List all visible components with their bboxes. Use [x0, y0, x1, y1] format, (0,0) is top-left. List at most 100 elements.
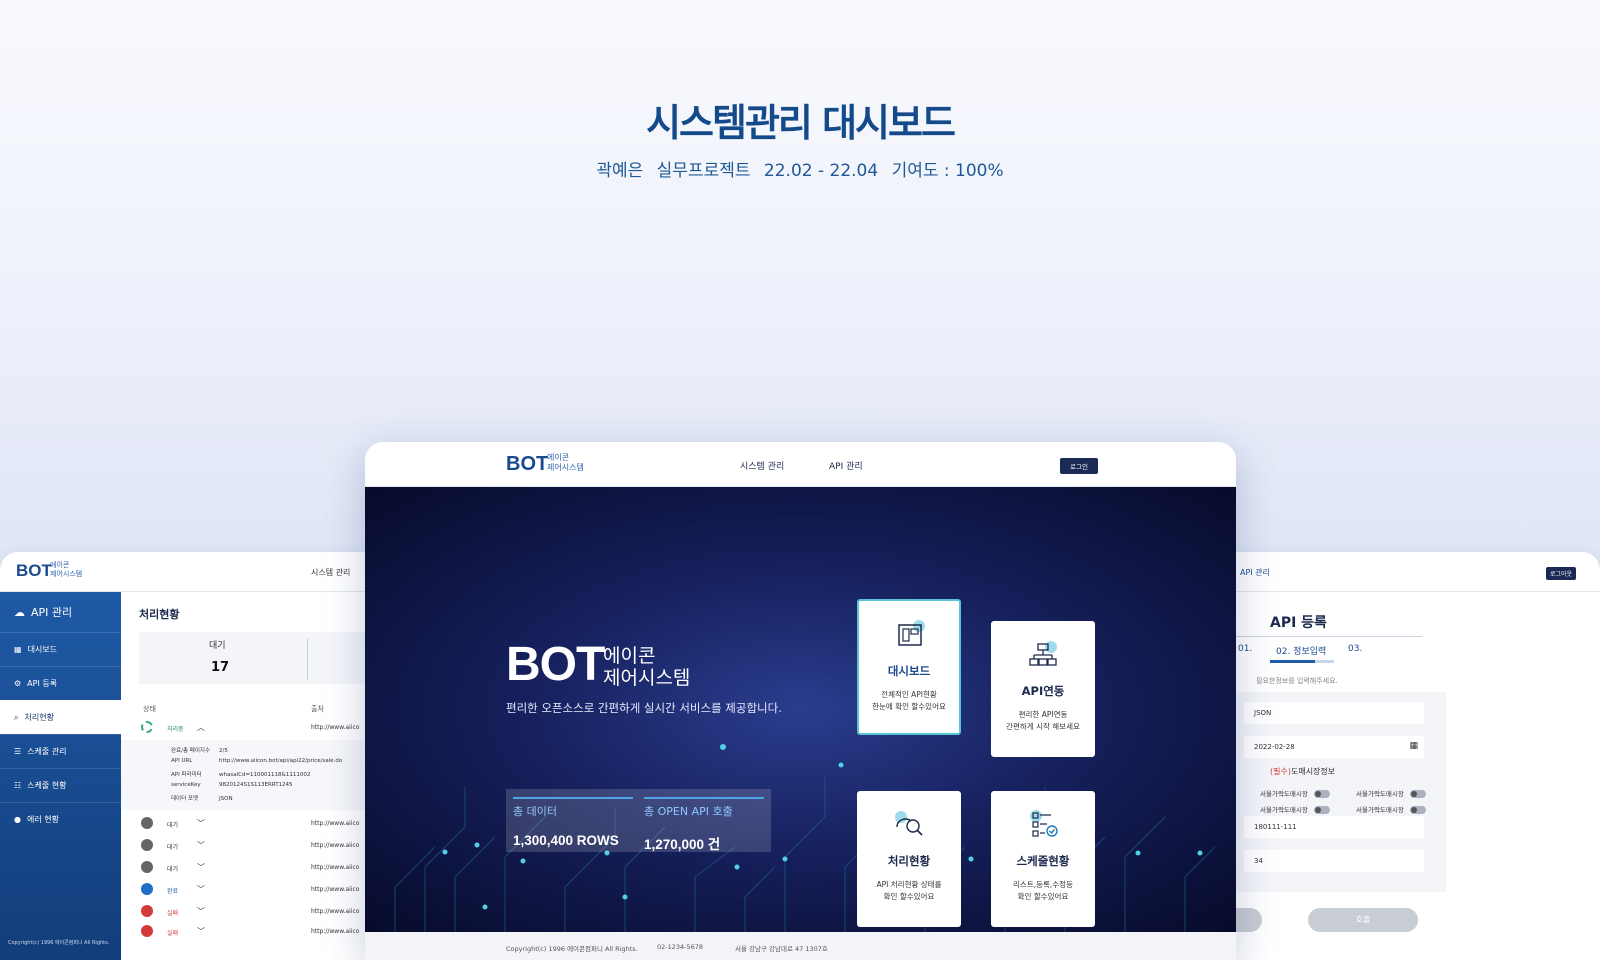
column-header: 출처 [311, 705, 324, 713]
logout-button[interactable]: 로그아웃 [1546, 567, 1577, 580]
detail-value: whasalCd=110001118&1111002 [219, 772, 311, 778]
logo[interactable]: BOT [506, 453, 548, 476]
card-title: 스케줄현황 [1016, 854, 1070, 868]
error-icon [141, 905, 153, 917]
toggle-label: 서울가락도매시장 [1260, 790, 1308, 798]
table-row[interactable]: 처리중 ︿ http://www.aiico [139, 718, 380, 738]
status-text: 완료 [167, 888, 179, 895]
logo[interactable]: BOT [16, 561, 52, 581]
stat-label: 총 데이터 [513, 797, 633, 819]
api-cloud-icon: ☁ [14, 605, 25, 619]
card-desc-line: 확인 할수있어요 [1017, 892, 1069, 901]
stat-value: 17 [211, 660, 230, 675]
error-icon [141, 925, 153, 937]
card-desc-line: 리스트,등록,수정등 [1013, 880, 1073, 889]
sidebar-title-label: API 관리 [31, 606, 73, 619]
card-desc: 편리한 API연동 간편하게 시작 해보세요 [991, 709, 1095, 733]
sidebar-item-schedule-manage[interactable]: ☰ 스케줄 관리 [0, 734, 121, 768]
calendar-icon[interactable]: ▦ [1409, 741, 1418, 751]
logo-sub-line: 제어시스템 [547, 463, 584, 472]
chevron-down-icon[interactable]: ﹀ [197, 926, 205, 937]
footer-address: 서울 강남구 강남대로 47 1307호 [735, 945, 828, 953]
table-row[interactable]: 실패 ﹀ http://www.aiico [139, 902, 380, 922]
toggle-label: 서울가락도매시장 [1356, 806, 1404, 814]
brand-sub-line: 제어시스템 [603, 667, 691, 689]
date-field[interactable]: 2022-02-28 ▦ [1244, 736, 1424, 758]
chevron-down-icon[interactable]: ﹀ [197, 906, 205, 917]
dashboard-icon: ▦ [14, 645, 22, 654]
status-text: 실패 [167, 930, 179, 937]
required-text: 도매시장정보 [1290, 767, 1336, 776]
table-row[interactable]: 완료 ﹀ http://www.aiico [139, 880, 380, 900]
clock-icon [141, 839, 153, 851]
login-button[interactable]: 로그인 [1060, 458, 1098, 474]
table-row[interactable]: 대기 ﹀ http://www.aiico [139, 858, 380, 878]
table-row[interactable]: 대기 ﹀ http://www.aiico [139, 836, 380, 856]
stat-value: 1,270,000 건 [644, 837, 721, 852]
step-tab[interactable]: 03. [1348, 644, 1362, 654]
detail-key: 데이터 포맷 [171, 796, 199, 802]
card-dashboard[interactable]: 대시보드 전체적인 API현황 한눈에 확인 할수있어요 [857, 599, 961, 735]
right-screen-mockup: API 관리 로그아웃 API 등록 01. 02. 정보입력 03. 필요한정… [1210, 552, 1600, 960]
detail-key: API URL [171, 758, 193, 764]
nav-api[interactable]: API 관리 [1240, 567, 1270, 578]
toggle-switch[interactable] [1313, 790, 1330, 798]
detail-key: API 파라미터 [171, 772, 202, 778]
code-field[interactable]: 180111-111 [1244, 816, 1424, 838]
sidebar-title: ☁ API 관리 [0, 592, 121, 632]
toggle-switch[interactable] [1409, 790, 1426, 798]
stat-api-calls: 총 OPEN API 호출 1,270,000 건 [644, 797, 764, 853]
step-progress-fill [1270, 660, 1315, 663]
detail-key: serviceKey [171, 782, 201, 788]
card-schedule[interactable]: 스케줄현황 리스트,등록,수정등확인 할수있어요 [991, 791, 1095, 927]
clock-icon [141, 861, 153, 873]
hero-subtitle: 곽예은 실무프로젝트 22.02 - 22.04 기여도 : 100% [0, 156, 1600, 181]
column-header: 상태 [143, 705, 156, 713]
card-desc-line: 한눈에 확인 할수있어요 [872, 702, 946, 711]
schedule-icon [1030, 810, 1058, 837]
stat-label: 총 OPEN API 호출 [644, 797, 764, 819]
nav-system[interactable]: 시스템 관리 [740, 459, 784, 472]
status-text: 처리중 [167, 726, 184, 733]
toggle-switch[interactable] [1409, 806, 1426, 814]
card-api-link[interactable]: API연동 편리한 API연동 간편하게 시작 해보세요 [991, 621, 1095, 757]
chevron-down-icon[interactable]: ﹀ [197, 818, 205, 829]
chevron-down-icon[interactable]: ﹀ [197, 862, 205, 873]
footer-phone: 02-1234-5678 [657, 943, 704, 951]
tagline: 편리한 오픈소스로 간편하게 실시간 서비스를 제공합니다. [506, 701, 782, 715]
toggle-switch[interactable] [1313, 806, 1330, 814]
toggle-item[interactable]: 서울가락도매시장 [1356, 804, 1426, 814]
step-tab-active[interactable]: 02. 정보입력 [1276, 644, 1326, 657]
sidebar-item-label: API 등록 [27, 679, 58, 688]
card-processing[interactable]: 처리현황 API 처리현황 상태를 확인 할수있어요 [857, 791, 961, 927]
sidebar-item-schedule-status[interactable]: ☷ 스케줄 현황 [0, 768, 121, 802]
sidebar-item-api-register[interactable]: ⚙ API 등록 [0, 666, 121, 700]
card-desc: 전체적인 API현황 한눈에 확인 할수있어요 [859, 689, 959, 713]
chevron-down-icon[interactable]: ﹀ [197, 884, 205, 895]
table-row[interactable]: 실패 ﹀ http://www.aiico [139, 922, 380, 942]
sidebar-item-processing[interactable]: ⌕ 처리현황 [0, 700, 121, 734]
status-text: 대기 [167, 844, 179, 851]
format-field[interactable]: JSON [1244, 702, 1424, 724]
step-tab[interactable]: 01. [1238, 644, 1252, 654]
hint-text: 필요한정보를 입력해주세요. [1256, 677, 1338, 685]
sidebar-item-error[interactable]: ● 에러 현황 [0, 802, 121, 836]
table-row[interactable]: 대기 ﹀ http://www.aiico [139, 814, 380, 834]
detail-value: JSON [219, 796, 233, 802]
toggle-item[interactable]: 서울가락도매시장 [1356, 788, 1426, 798]
toggle-item[interactable]: 서울가락도매시장 [1260, 788, 1330, 798]
nav-api[interactable]: API 관리 [829, 459, 863, 472]
logo-subtitle: 에이콘 제어시스템 [50, 561, 82, 579]
left-header: BOT 에이콘 제어시스템 시스템 관리 [0, 552, 380, 592]
call-button[interactable]: 호출 [1308, 908, 1418, 932]
nav-system[interactable]: 시스템 관리 [311, 567, 350, 578]
url-text: http://www.aiico [311, 724, 360, 731]
toggle-item[interactable]: 서울가락도매시장 [1260, 804, 1330, 814]
date-value: 2022-02-28 [1254, 743, 1295, 751]
chevron-up-icon[interactable]: ︿ [197, 722, 205, 733]
chevron-down-icon[interactable]: ﹀ [197, 840, 205, 851]
card-title: 처리현황 [887, 854, 931, 868]
number-field[interactable]: 34 [1244, 850, 1424, 872]
sidebar-item-dashboard[interactable]: ▦ 대시보드 [0, 632, 121, 666]
card-desc-line: 간편하게 시작 해보세요 [1006, 722, 1080, 731]
